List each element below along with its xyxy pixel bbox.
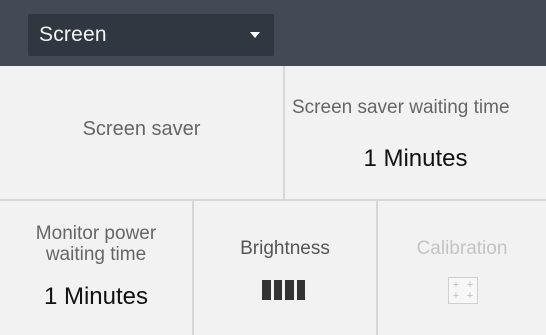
monitor-power-label-line-1: Monitor power <box>35 223 157 244</box>
screen-saver-label: Screen saver <box>82 118 201 140</box>
brightness-bars-icon <box>262 280 306 300</box>
calibration-crosshair-icon: + + + + <box>448 277 478 304</box>
brightness-bar <box>262 280 271 300</box>
chevron-down-icon <box>250 32 260 38</box>
brightness-bar <box>285 280 294 300</box>
calibration-label: Calibration <box>416 238 508 259</box>
top-bar: Screen <box>0 0 546 66</box>
category-dropdown-value: Screen <box>39 23 107 46</box>
brightness-tile[interactable]: Brightness <box>194 201 376 335</box>
monitor-power-label-line-2: waiting time <box>45 244 147 265</box>
screen-saver-waiting-time-label: Screen saver waiting time <box>292 97 510 118</box>
screen-saver-waiting-time-tile[interactable]: Screen saver waiting time 1 Minutes <box>285 66 546 199</box>
brightness-label: Brightness <box>240 238 330 259</box>
brightness-bar <box>296 280 305 300</box>
monitor-power-waiting-time-value: 1 Minutes <box>43 283 149 310</box>
category-dropdown[interactable]: Screen <box>28 14 274 56</box>
monitor-power-waiting-time-label: Monitor power waiting time <box>0 223 192 265</box>
screen-saver-waiting-time-value: 1 Minutes <box>363 145 468 172</box>
calibration-tile: Calibration + + + + <box>378 201 546 335</box>
settings-grid: Screen saver Screen saver waiting time 1… <box>0 66 546 335</box>
screen-saver-tile[interactable]: Screen saver <box>0 66 283 199</box>
brightness-bar <box>273 280 282 300</box>
monitor-power-waiting-time-tile[interactable]: Monitor power waiting time 1 Minutes <box>0 201 192 335</box>
